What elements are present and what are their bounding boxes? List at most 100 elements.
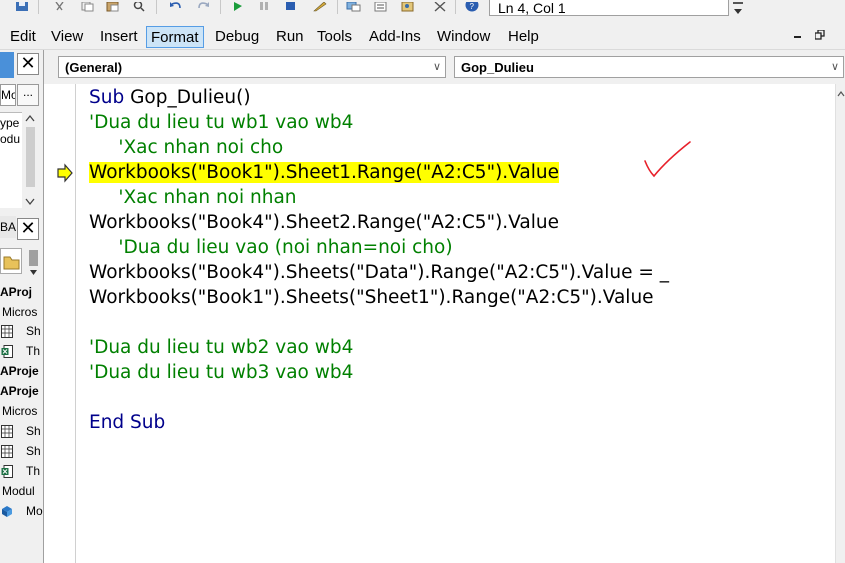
toolbar-options-icon[interactable] [731,0,745,20]
chevron-down-icon: ∨ [830,61,839,73]
menu-tools[interactable]: Tools [313,26,356,48]
tree-node-label: Sh [26,324,41,338]
tree-node[interactable]: Th [0,462,43,482]
code-line: Workbooks("Book1").Sheet1.Range("A2:C5")… [89,160,559,185]
menu-debug[interactable]: Debug [211,26,263,48]
menu-add-ins[interactable]: Add-Ins [365,26,425,48]
menu-help[interactable]: Help [504,26,543,48]
save-icon[interactable] [14,0,30,11]
tree-node-label: AProje [0,364,39,378]
tree-node-label: Mo [26,504,43,518]
find-icon[interactable] [131,0,147,12]
help-icon[interactable]: ? [464,0,480,12]
cursor-position-status: Ln 4, Col 1 [489,0,729,16]
tree-node-label: Micros [2,305,38,319]
toolbar-separator [156,0,157,14]
module-icon [1,505,13,518]
project-explorer-icon[interactable] [346,0,362,12]
standard-toolbar: ? Ln 4, Col 1 [0,0,845,22]
code-window: (General) ∨ Gop_Dulieu ∨ Sub Gop_Dulieu(… [44,50,845,563]
menu-edit[interactable]: Edit [6,26,40,48]
object-browser-icon[interactable] [400,0,416,12]
code-scrollbar[interactable] [835,84,845,563]
tree-node[interactable]: Mo [0,502,43,522]
properties-grid: ype odu [0,112,22,208]
sheet-icon [1,445,13,458]
toolbox-icon[interactable] [432,0,448,12]
undo-icon[interactable] [168,0,184,10]
property-name: ype [0,116,20,130]
design-mode-icon[interactable] [312,0,328,12]
tree-scrollbar[interactable] [27,248,40,278]
code-editor[interactable]: Sub Gop_Dulieu() 'Dua du lieu tu wb1 vao … [77,84,835,563]
toolbar-separator [220,0,221,14]
code-line: 'Dua du lieu tu wb1 vao wb4 [89,110,353,135]
code-comment: 'Dua du lieu tu wb1 vao wb4 [89,112,354,133]
menu-window[interactable]: Window [433,26,494,48]
code-comment: 'Xac nhan noi nhan [89,187,297,208]
cut-icon[interactable] [52,0,68,11]
code-line: Workbooks("Book1").Sheets("Sheet1").Rang… [89,285,654,310]
code-line: End Sub [89,410,165,435]
tree-node[interactable]: Th [0,342,43,362]
tree-node[interactable]: Sh [0,442,43,462]
tree-node-label: Modul [2,484,35,498]
menu-view[interactable]: View [47,26,87,48]
toolbar-separator [337,0,338,14]
tree-node[interactable]: Micros [0,303,43,323]
paste-icon[interactable] [105,0,121,12]
code-line: Workbooks("Book4").Sheets("Data").Range(… [89,260,669,285]
tree-node[interactable]: AProje [0,362,43,382]
tree-node[interactable]: Sh [0,422,43,442]
code-keyword: Sub [89,87,125,108]
code-line: 'Dua du lieu vao (noi nhan=noi cho) [89,235,453,260]
toggle-folders-icon[interactable] [0,248,22,274]
toolbar-separator [455,0,456,14]
run-icon[interactable] [230,0,246,11]
object-selector-label: Mo [1,88,15,102]
tree-node[interactable]: Sh [0,322,43,342]
browse-button[interactable]: ... [17,84,39,106]
checkmark-annotation [644,141,691,178]
code-comment: 'Dua du lieu vao (noi nhan=noi cho) [89,237,453,258]
procedure-combo[interactable]: Gop_Dulieu ∨ [454,56,844,78]
menu-insert[interactable]: Insert [96,26,142,48]
code-line: 'Xac nhan noi cho [89,135,283,160]
tree-node[interactable]: AProj [0,283,43,303]
indicator-margin[interactable] [44,84,76,563]
minimize-window-icon[interactable] [793,28,803,43]
properties-scrollbar[interactable] [22,112,39,208]
tree-node-label: Micros [2,404,38,418]
reset-icon[interactable] [283,0,299,10]
close-icon[interactable]: ✕ [17,218,39,240]
property-name: odu [0,132,21,146]
menu-run[interactable]: Run [272,26,308,48]
procedure-combo-value: Gop_Dulieu [461,60,534,75]
restore-window-icon[interactable] [814,28,825,43]
close-icon[interactable]: ✕ [17,53,39,75]
copy-icon[interactable] [79,0,95,12]
break-icon[interactable] [256,0,272,10]
workbook-icon [1,345,13,358]
code-line: Sub Gop_Dulieu() [89,85,251,110]
workbook-icon [1,465,13,478]
menu-bar: Edit View Insert Format Debug Run Tools … [0,22,845,50]
code-text: Workbooks("Book4").Sheets("Data").Range(… [89,262,669,283]
sheet-icon [1,425,13,438]
tree-node[interactable]: Modul [0,482,43,502]
properties-icon[interactable] [373,0,389,12]
code-line: 'Xac nhan noi nhan [89,185,297,210]
code-text: Workbooks("Book1").Sheet1.Range("A2:C5")… [89,162,559,183]
scroll-up-icon[interactable] [836,84,845,104]
object-combo[interactable]: (General) ∨ [58,56,446,78]
current-line-arrow-icon [57,163,73,183]
menu-format[interactable]: Format [146,26,204,48]
redo-icon[interactable] [195,0,211,10]
project-tab[interactable]: BA [0,216,16,238]
tree-node-label: AProje [0,384,39,398]
tree-node[interactable]: AProje [0,382,43,402]
code-keyword: End Sub [89,412,166,433]
object-selector[interactable]: Mo [0,84,16,106]
tree-node[interactable]: Micros [0,402,43,422]
project-explorer-panel: ✕ Mo ... ype odu BA ✕ AProj Micros Sh Th [0,50,44,563]
